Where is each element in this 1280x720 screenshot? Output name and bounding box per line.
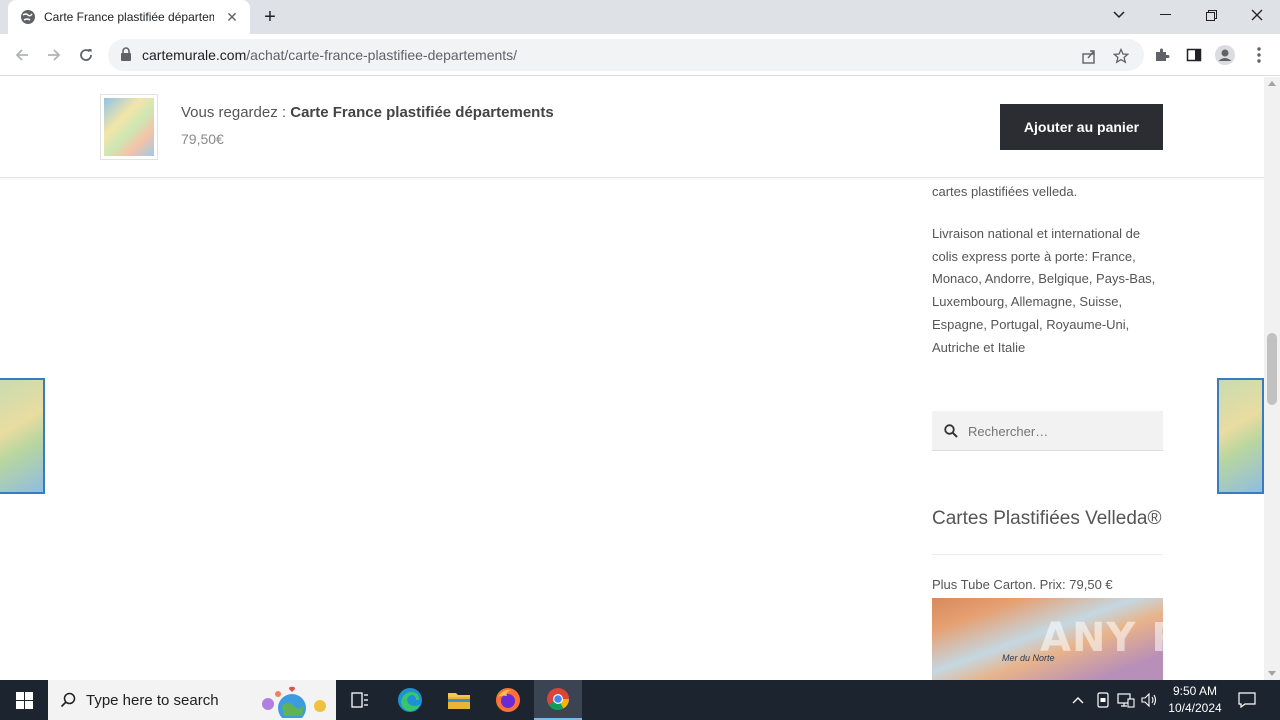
globe-icon: [21, 10, 35, 24]
sidebar-intro-text: cartes plastifiées velleda.: [932, 184, 1078, 199]
new-tab-button[interactable]: +: [259, 6, 281, 28]
network-tray-button[interactable]: [1117, 691, 1135, 709]
edge-taskbar-button[interactable]: [386, 680, 434, 720]
address-bar[interactable]: cartemurale.com/achat/carte-france-plast…: [108, 39, 1144, 71]
file-explorer-taskbar-button[interactable]: [435, 680, 483, 720]
close-icon: [1251, 9, 1263, 21]
notification-icon: [1238, 692, 1256, 708]
device-icon: [1097, 692, 1109, 708]
add-to-cart-button[interactable]: Ajouter au panier: [1000, 104, 1163, 150]
search-input[interactable]: [968, 411, 1158, 451]
reload-icon: [80, 49, 92, 61]
arrow-left-icon: [15, 49, 28, 61]
task-view-icon: [351, 692, 368, 708]
taskbar: Type here to search 9:50 AM 10/4/2024: [0, 680, 1280, 720]
restore-button[interactable]: [1188, 0, 1234, 30]
chevron-down-icon: [1113, 11, 1125, 19]
close-window-button[interactable]: [1234, 0, 1280, 30]
tab-title: Carte France plastifiée départem: [44, 10, 214, 24]
windows-icon: [15, 691, 33, 709]
tab-close-icon[interactable]: ✕: [224, 9, 240, 25]
device-tray-button[interactable]: [1094, 691, 1112, 709]
sticky-add-to-cart-bar: Vous regardez : Carte France plastifiée …: [0, 77, 1264, 178]
product-caption: Plus Tube Carton. Prix: 79,50 €: [932, 577, 1113, 592]
search-highlight-icon: [262, 686, 326, 718]
tab-search-button[interactable]: [1096, 0, 1142, 30]
side-panel-icon: [1186, 48, 1202, 62]
avatar-icon: [1215, 45, 1235, 65]
tray-overflow-button[interactable]: [1069, 691, 1087, 709]
extensions-button[interactable]: [1152, 45, 1172, 65]
reload-button[interactable]: [73, 42, 99, 68]
speaker-icon: [1141, 692, 1157, 708]
firefox-taskbar-button[interactable]: [484, 680, 532, 720]
start-button[interactable]: [0, 680, 48, 720]
arrow-right-icon: [48, 49, 61, 61]
divider: [932, 554, 1163, 555]
next-product-thumbnail[interactable]: [1217, 378, 1264, 494]
edge-icon: [398, 688, 422, 712]
viewing-label: Vous regardez : Carte France plastifiée …: [181, 104, 554, 121]
bookmark-button[interactable]: [1112, 47, 1130, 65]
tab-strip: Carte France plastifiée départem ✕ +: [0, 0, 1280, 34]
system-clock[interactable]: 9:50 AM 10/4/2024: [1160, 683, 1230, 717]
puzzle-icon: [1156, 48, 1170, 61]
scrollbar-thumb[interactable]: [1267, 333, 1277, 405]
previous-product-thumbnail[interactable]: [0, 378, 45, 494]
taskbar-search-box[interactable]: Type here to search: [48, 680, 336, 720]
chevron-up-icon: [1072, 697, 1084, 704]
clock-time: 9:50 AM: [1172, 684, 1218, 698]
page-viewport: cartes plastifiées velleda. Livraison na…: [0, 77, 1264, 680]
search-icon: [944, 424, 958, 438]
chrome-taskbar-button[interactable]: [534, 680, 582, 720]
back-button[interactable]: [9, 42, 35, 68]
minimize-button[interactable]: [1142, 0, 1188, 30]
watermark: ANY RUN: [1040, 615, 1252, 661]
search-icon: [60, 692, 76, 708]
browser-toolbar: cartemurale.com/achat/carte-france-plast…: [0, 34, 1280, 76]
profile-button[interactable]: [1215, 45, 1235, 65]
more-vert-icon: [1257, 47, 1261, 63]
widget-title: Cartes Plastifiées Velleda®: [932, 508, 1162, 529]
url-text: cartemurale.com/achat/carte-france-plast…: [142, 47, 518, 63]
side-panel-button[interactable]: [1184, 45, 1204, 65]
volume-tray-button[interactable]: [1141, 691, 1159, 709]
clock-date: 10/4/2024: [1168, 701, 1222, 715]
product-price: 79,50€: [181, 131, 224, 147]
restore-icon: [1205, 9, 1217, 21]
minimize-icon: [1159, 14, 1171, 15]
product-thumbnail: [100, 94, 158, 160]
taskbar-search-placeholder: Type here to search: [86, 691, 219, 709]
forward-button[interactable]: [41, 42, 67, 68]
share-button[interactable]: [1080, 47, 1098, 65]
menu-button[interactable]: [1249, 45, 1269, 65]
share-icon: [1082, 50, 1095, 64]
search-widget: [932, 411, 1163, 451]
lock-icon: [121, 47, 131, 61]
scroll-up-icon[interactable]: [1268, 81, 1276, 86]
network-icon: [1117, 693, 1135, 708]
chrome-icon: [547, 688, 569, 710]
scroll-down-icon[interactable]: [1268, 671, 1276, 676]
star-icon: [1113, 48, 1129, 64]
tab-active[interactable]: Carte France plastifiée départem ✕: [8, 0, 250, 34]
notifications-button[interactable]: [1238, 691, 1256, 709]
firefox-icon: [496, 688, 520, 712]
product-name: Carte France plastifiée départements: [290, 104, 554, 121]
delivery-text: Livraison national et international de c…: [932, 226, 1156, 355]
task-view-button[interactable]: [336, 680, 384, 720]
page-scrollbar[interactable]: [1264, 77, 1280, 680]
folder-icon: [448, 693, 470, 709]
